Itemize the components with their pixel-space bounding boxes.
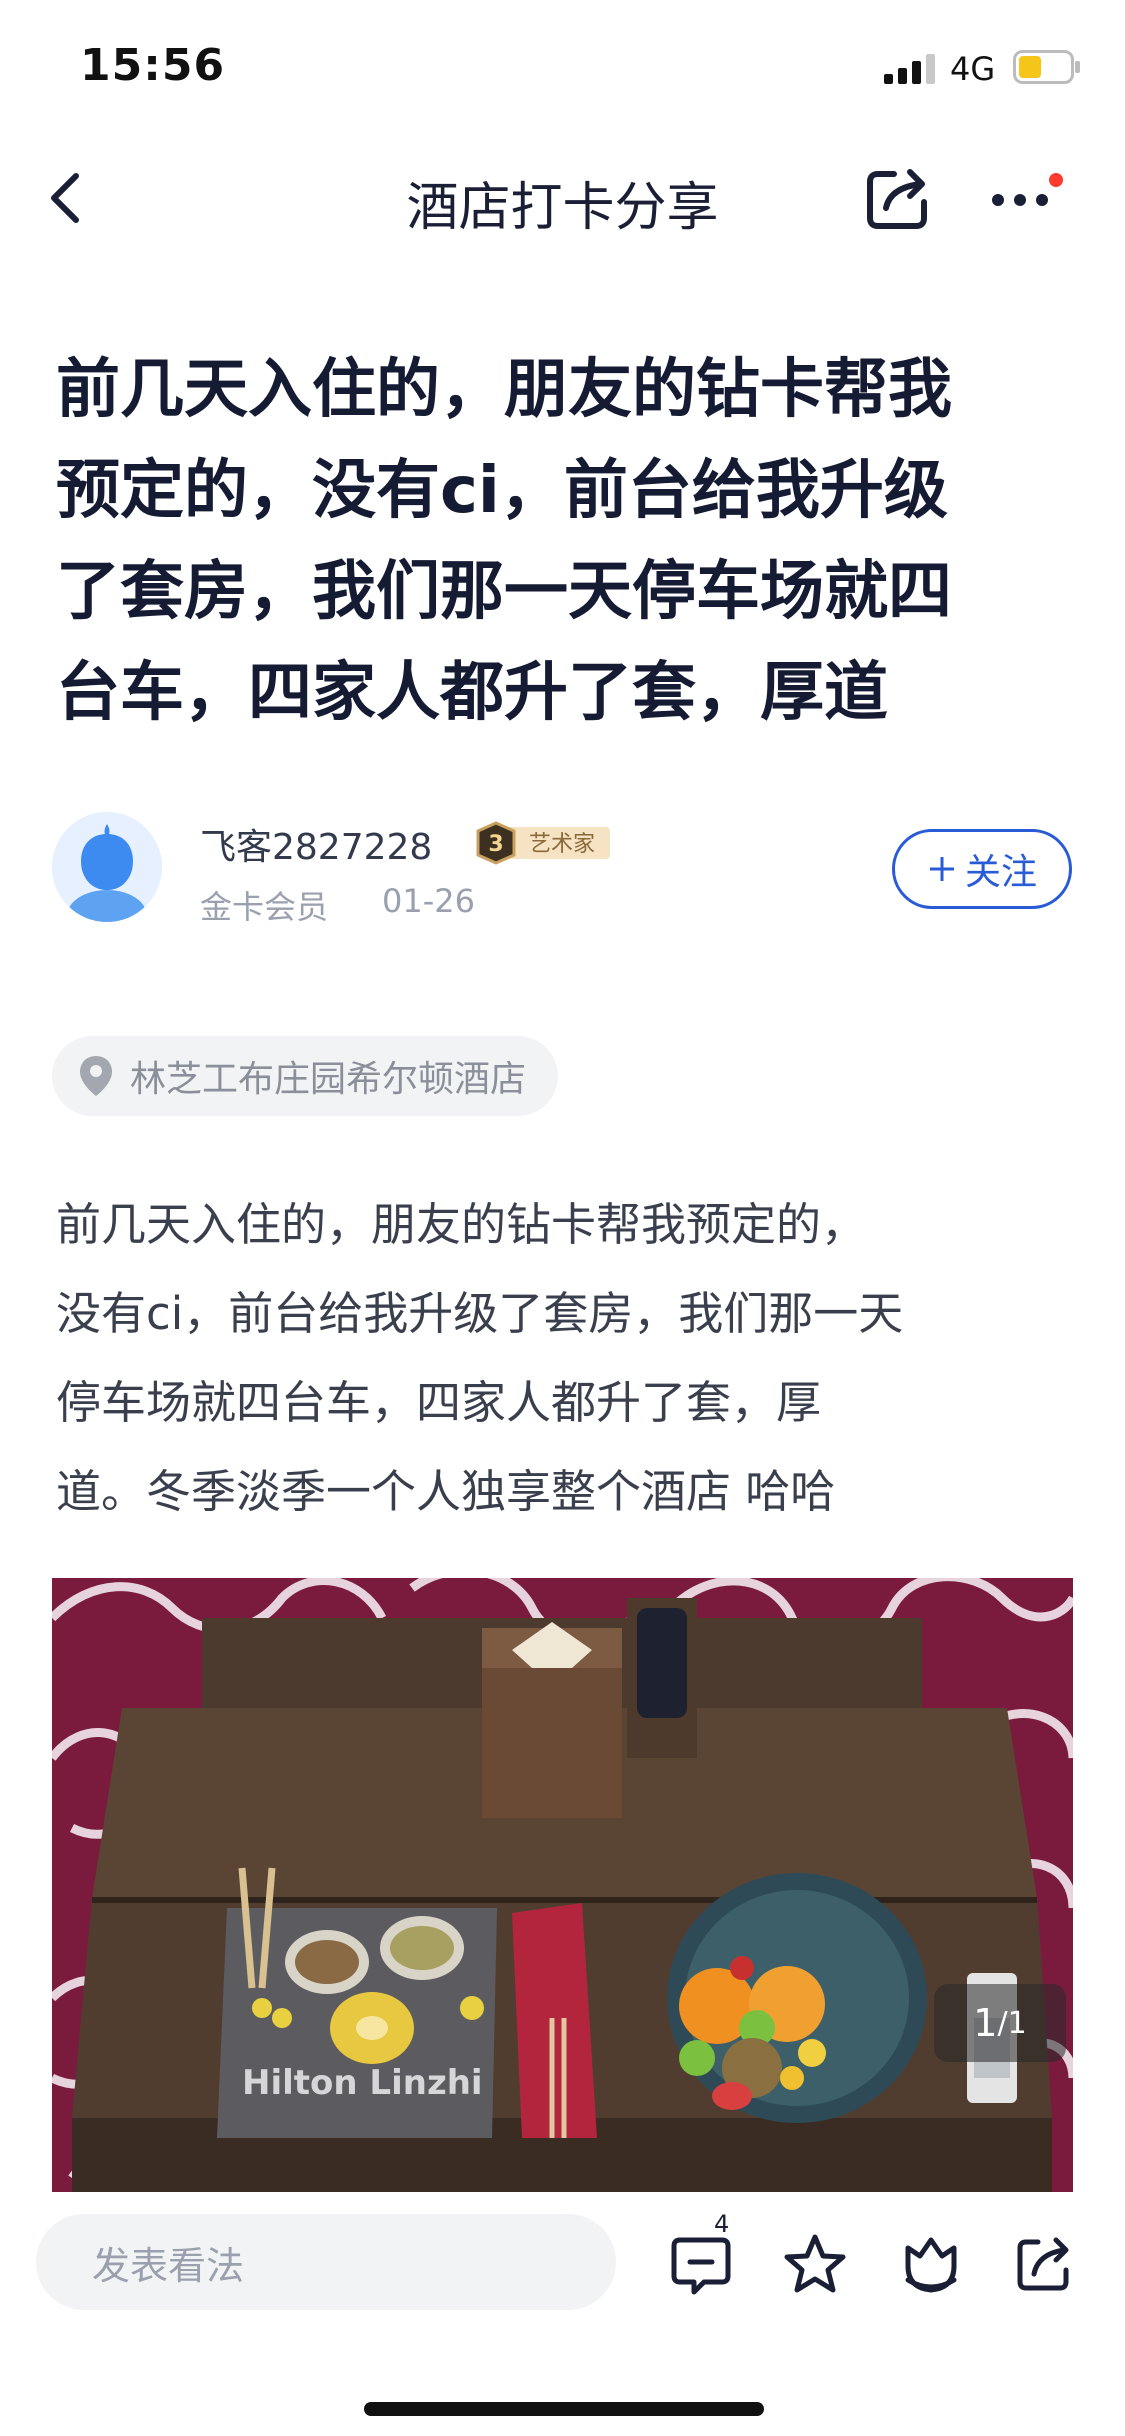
photo-counter: 1/1 (934, 1984, 1066, 2062)
artist-badge: 3 艺术家 (476, 821, 610, 865)
photo-counter-total: /1 (997, 2005, 1027, 2041)
avatar[interactable] (52, 812, 162, 922)
author-name[interactable]: 飞客2827228 (200, 818, 432, 870)
location-label: 林芝工布庄园希尔顿酒店 (130, 1059, 527, 1100)
comment-input[interactable]: 发表看法 (36, 2214, 616, 2310)
avatar-icon (52, 812, 162, 922)
plus-icon (929, 857, 954, 881)
post-body-line: 停车场就四台车，四家人都升了套，厚 (56, 1376, 822, 1429)
hotel-room-photo: Hilton Linzhi (52, 1578, 1073, 2192)
member-level: 金卡会员 (200, 888, 329, 926)
location-chip[interactable]: 林芝工布庄园希尔顿酒店 (52, 1036, 559, 1116)
status-time: 15:56 (80, 40, 226, 91)
like-icon[interactable] (898, 2230, 964, 2296)
comment-icon[interactable] (668, 2232, 734, 2298)
post-title-line: 台车，四家人都升了套，厚道 (56, 656, 888, 730)
page-title: 酒店打卡分享 (406, 178, 719, 238)
star-icon[interactable] (782, 2232, 848, 2298)
post-body-line: 道。冬季淡季一个人独享整个酒店 哈哈 (56, 1465, 836, 1518)
post-title-line: 了套房，我们那一天停车场就四 (56, 555, 952, 629)
post-body: 前几天入住的，朋友的钻卡帮我预定的， 没有ci，前台给我升级了套房，我们那一天 … (56, 1180, 1076, 1536)
post-title-line: 预定的，没有ci，前台给我升级 (56, 454, 948, 528)
board-text: Hilton Linzhi (242, 2063, 483, 2103)
share-icon[interactable] (864, 160, 934, 232)
post-body-line: 前几天入住的，朋友的钻卡帮我预定的， (56, 1198, 867, 1251)
post-title: 前几天入住的，朋友的钻卡帮我 预定的，没有ci，前台给我升级 了套房，我们那一天… (56, 340, 1076, 744)
battery-icon (1013, 50, 1080, 84)
notification-dot (1049, 173, 1063, 187)
share-icon[interactable] (1012, 2230, 1078, 2296)
home-indicator (364, 2402, 764, 2416)
post-body-line: 没有ci，前台给我升级了套房，我们那一天 (56, 1287, 904, 1340)
network-type: 4G (950, 50, 996, 88)
signal-icon (884, 54, 935, 84)
post-title-line: 前几天入住的，朋友的钻卡帮我 (56, 353, 952, 427)
post-date: 01-26 (382, 882, 475, 920)
more-icon[interactable] (988, 172, 1068, 222)
badge-label: 艺术家 (529, 832, 595, 857)
location-pin-icon (80, 1056, 112, 1096)
follow-label: 关注 (964, 852, 1037, 893)
follow-button[interactable]: 关注 (892, 829, 1072, 909)
badge-level: 3 (488, 832, 503, 857)
post-photo[interactable]: Hilton Linzhi (52, 1578, 1073, 2192)
photo-counter-current: 1 (973, 2001, 998, 2045)
